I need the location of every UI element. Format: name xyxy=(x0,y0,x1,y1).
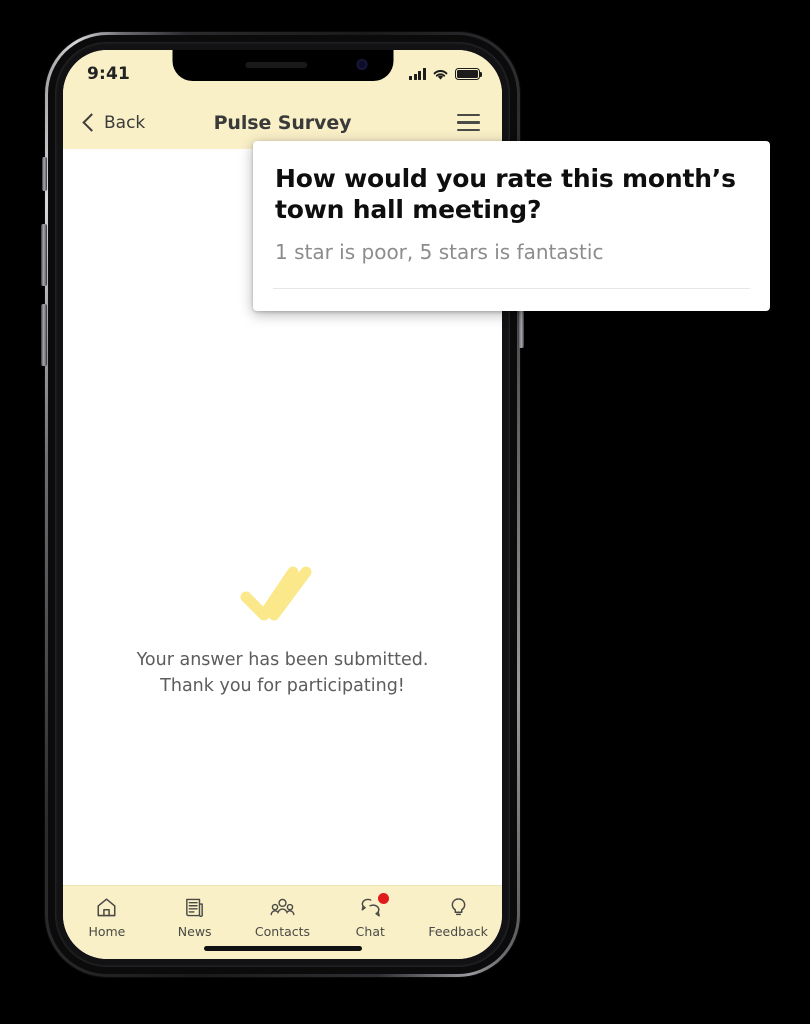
double-check-icon xyxy=(240,566,311,621)
home-icon xyxy=(95,895,118,920)
survey-question-text: How would you rate this month’s town hal… xyxy=(275,164,736,225)
home-indicator[interactable] xyxy=(203,945,362,951)
chevron-left-icon xyxy=(82,112,101,132)
device-notch xyxy=(172,50,393,81)
confirmation-line-2: Thank you for participating! xyxy=(160,675,405,696)
wifi-icon xyxy=(433,69,448,80)
tab-news[interactable]: News xyxy=(151,895,239,939)
submission-confirmation: Your answer has been submitted. Thank yo… xyxy=(63,564,502,700)
silent-switch-button[interactable] xyxy=(42,157,47,191)
front-camera-icon xyxy=(356,59,367,70)
chat-unread-badge xyxy=(377,893,389,904)
status-icons xyxy=(409,68,483,81)
card-footer xyxy=(275,289,748,311)
volume-down-button[interactable] xyxy=(41,304,47,366)
tab-feedback-label: Feedback xyxy=(428,924,488,939)
back-button-label: Back xyxy=(104,112,146,133)
tab-contacts-label: Contacts xyxy=(254,924,311,939)
signal-bars-icon xyxy=(409,68,426,80)
bottom-tab-bar: Home News Contacts Chat Feedback xyxy=(63,885,502,959)
hamburger-menu-icon[interactable] xyxy=(457,113,480,132)
tab-chat-label: Chat xyxy=(355,924,385,939)
lightbulb-icon xyxy=(447,895,470,920)
status-time: 9:41 xyxy=(87,64,131,84)
earpiece-speaker xyxy=(245,62,308,68)
tab-feedback[interactable]: Feedback xyxy=(414,895,502,939)
chat-bubbles-icon xyxy=(358,893,389,920)
newspaper-icon xyxy=(183,895,206,920)
tab-chat[interactable]: Chat xyxy=(326,893,414,939)
volume-up-button[interactable] xyxy=(41,224,47,286)
back-button[interactable]: Back xyxy=(82,112,146,133)
confirmation-line-1: Your answer has been submitted. xyxy=(136,650,429,670)
survey-question-subtitle: 1 star is poor, 5 stars is fantastic xyxy=(275,239,604,264)
tab-contacts[interactable]: Contacts xyxy=(239,895,327,939)
battery-icon xyxy=(455,68,483,80)
tab-news-label: News xyxy=(177,924,212,939)
survey-question-card: How would you rate this month’s town hal… xyxy=(253,141,770,311)
tab-home[interactable]: Home xyxy=(63,895,151,939)
people-group-icon xyxy=(270,895,295,920)
tab-home-label: Home xyxy=(88,924,126,939)
